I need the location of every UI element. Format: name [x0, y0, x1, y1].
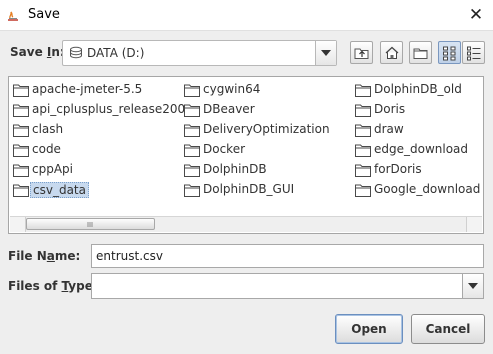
close-icon: ✕ [468, 5, 484, 25]
folder-name: draw [374, 122, 404, 136]
folder-icon [355, 164, 371, 177]
grip-icon [87, 222, 93, 227]
chevron-down-icon [321, 50, 331, 56]
save-in-combobox[interactable]: DATA (D:) [62, 40, 337, 66]
folder-name: csv_data [30, 182, 89, 198]
folder-icon [13, 124, 29, 137]
close-button[interactable]: ✕ [465, 4, 487, 26]
folder-name: cppApi [32, 162, 73, 176]
home-icon [385, 46, 399, 59]
folder-name: Doris [374, 102, 406, 116]
files-of-type-dropdown-arrow[interactable] [462, 274, 483, 298]
folder-icon [13, 184, 29, 197]
save-in-value: DATA (D:) [87, 46, 145, 60]
file-name-label: File Name: [8, 249, 81, 263]
folder-icon [355, 84, 371, 97]
folder-icon [184, 164, 200, 177]
scroll-thumb[interactable] [26, 218, 155, 230]
folder-icon [184, 144, 200, 157]
save-in-label: Save In: [10, 45, 65, 59]
folder-icon [13, 84, 29, 97]
folder-name: DolphinDB_GUI [203, 182, 295, 196]
scroll-left-button[interactable] [10, 217, 26, 232]
folder-icon [13, 144, 29, 157]
up-one-level-icon [354, 48, 369, 59]
chevron-down-icon [468, 283, 478, 289]
files-of-type-combobox[interactable] [91, 273, 484, 299]
scroll-right-button[interactable] [466, 217, 482, 232]
drive-icon [70, 46, 82, 59]
folder-icon [184, 124, 200, 137]
details-view-button[interactable] [462, 41, 485, 64]
folder-icon [13, 164, 29, 177]
up-one-level-button[interactable] [350, 41, 373, 64]
folder-icon [355, 104, 371, 117]
folder-name: DolphinDB_old [374, 82, 462, 96]
folder-name: forDoris [374, 162, 422, 176]
folder-icon [13, 104, 29, 117]
folder-name: Docker [203, 142, 246, 156]
folder-icon [184, 84, 200, 97]
title-bar: Save ✕ [0, 0, 493, 31]
java-app-icon [8, 11, 18, 21]
folder-name: apache-jmeter-5.5 [32, 82, 143, 96]
list-view-icon [443, 46, 456, 61]
folder-icon [184, 184, 200, 197]
new-folder-button[interactable] [409, 41, 432, 64]
list-view-button[interactable] [438, 41, 461, 64]
horizontal-scrollbar[interactable] [10, 216, 482, 232]
file-list[interactable]: apache-jmeter-5.5 api_cplusplus_release20… [8, 76, 484, 234]
new-folder-icon [413, 48, 428, 59]
folder-icon [184, 104, 200, 117]
file-name-input[interactable] [91, 244, 484, 268]
folder-name: DeliveryOptimization [203, 122, 330, 136]
window-title: Save [28, 7, 60, 22]
folder-icon [355, 144, 371, 157]
folder-name: api_cplusplus_release200 [32, 102, 186, 116]
home-button[interactable] [380, 41, 403, 64]
folder-icon [355, 184, 371, 197]
folder-name: DolphinDB [203, 162, 267, 176]
folder-name: clash [32, 122, 64, 136]
cancel-button[interactable]: Cancel [411, 314, 485, 344]
details-view-icon [467, 46, 481, 61]
folder-name: cygwin64 [203, 82, 261, 96]
files-of-type-label: Files of Type: [8, 279, 98, 293]
open-button[interactable]: Open [335, 314, 403, 344]
folder-name: edge_download [374, 142, 469, 156]
folder-name: code [32, 142, 61, 156]
save-in-dropdown-arrow[interactable] [315, 41, 336, 65]
folder-icon [355, 124, 371, 137]
folder-name: DBeaver [203, 102, 255, 116]
folder-name: Google_download [374, 182, 481, 196]
